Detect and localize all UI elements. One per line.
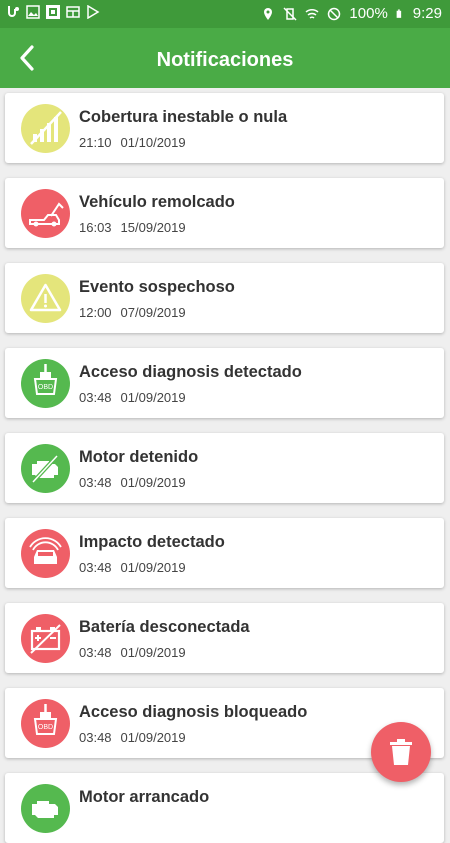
notification-timestamp: 12:00 07/09/2019: [79, 305, 186, 320]
clock: 9:29: [412, 5, 442, 22]
notification-title: Vehículo remolcado: [79, 193, 235, 211]
engine-off-icon: [31, 454, 59, 484]
notification-item[interactable]: Vehículo remolcado 16:03 15/09/2019: [5, 178, 444, 248]
notification-title: Evento sospechoso: [79, 278, 235, 296]
notification-title: Batería desconectada: [79, 618, 250, 636]
notification-date: 01/09/2019: [120, 645, 186, 660]
notification-timestamp: 16:03 15/09/2019: [79, 220, 186, 235]
battery-icon: [396, 9, 401, 18]
engine-on-icon: [32, 801, 58, 818]
notification-avatar: [21, 784, 70, 833]
notification-title: Cobertura inestable o nula: [79, 108, 288, 126]
delete-all-button[interactable]: [371, 722, 431, 782]
svg-text:OBD: OBD: [38, 724, 53, 731]
notification-item[interactable]: Cobertura inestable o nula 21:10 01/10/20…: [5, 93, 444, 163]
obd-plug-icon: OBD: [33, 704, 58, 735]
notification-time: 03:48: [79, 390, 112, 405]
notification-timestamp: 03:48 01/09/2019: [79, 645, 186, 660]
app-bar: Notificaciones: [0, 28, 450, 88]
status-bar-right: 100% 9:29: [261, 5, 442, 22]
vibrate-off-icon: [283, 6, 297, 21]
wifi-icon: [305, 8, 319, 19]
notification-title: Impacto detectado: [79, 533, 225, 551]
notification-title: Acceso diagnosis detectado: [79, 363, 302, 381]
notification-date: 01/09/2019: [120, 390, 186, 405]
notification-time: 12:00: [79, 305, 112, 320]
car-impact-icon: [29, 537, 62, 564]
obd-plug-icon: OBD: [33, 364, 58, 395]
notification-title: Acceso diagnosis bloqueado: [79, 703, 308, 721]
notification-timestamp: 03:48 01/09/2019: [79, 475, 186, 490]
battery-disconnected-icon: [30, 624, 61, 654]
play-store-icon: [87, 5, 100, 19]
notification-avatar: [21, 529, 70, 578]
trash-icon: [390, 739, 412, 765]
svg-text:OBD: OBD: [38, 384, 53, 391]
status-bar-left: [6, 5, 100, 19]
notification-timestamp: 03:48 01/09/2019: [79, 390, 186, 405]
status-bar: 100% 9:29: [0, 0, 450, 28]
blocked-icon: [328, 7, 341, 20]
location-icon: [264, 7, 273, 20]
notification-time: 16:03: [79, 220, 112, 235]
notification-date: 01/09/2019: [120, 560, 186, 575]
warning-icon: [29, 283, 62, 312]
notification-date: 07/09/2019: [120, 305, 186, 320]
app-notification-icon: [8, 6, 19, 17]
notification-avatar: OBD: [21, 699, 70, 748]
notification-timestamp: 03:48 01/09/2019: [79, 560, 186, 575]
notification-timestamp: 21:10 01/10/2019: [79, 135, 186, 150]
notification-item[interactable]: Motor arrancado: [5, 773, 444, 843]
notification-avatar: [21, 444, 70, 493]
notification-timestamp: [79, 815, 88, 830]
notification-timestamp: 03:48 01/09/2019: [79, 730, 186, 745]
image-icon: [26, 5, 40, 19]
tow-truck-icon: [29, 202, 64, 227]
notification-time: 03:48: [79, 645, 112, 660]
notification-title: Motor arrancado: [79, 788, 210, 806]
battery-percent: 100%: [349, 5, 388, 22]
notification-avatar: [21, 614, 70, 663]
notification-item[interactable]: Evento sospechoso 12:00 07/09/2019: [5, 263, 444, 333]
notification-avatar: [21, 104, 70, 153]
notification-item[interactable]: OBD Acceso diagnosis detectado 03:48 01/0…: [5, 348, 444, 418]
notification-date: 01/09/2019: [120, 475, 186, 490]
notification-avatar: OBD: [21, 359, 70, 408]
card-icon: [66, 6, 80, 18]
notification-item[interactable]: Impacto detectado 03:48 01/09/2019: [5, 518, 444, 588]
notification-avatar: [21, 189, 70, 238]
notification-item[interactable]: Motor detenido 03:48 01/09/2019: [5, 433, 444, 503]
notification-avatar: [21, 274, 70, 323]
notification-time: 03:48: [79, 730, 112, 745]
no-signal-icon: [30, 111, 62, 145]
notification-item[interactable]: Batería desconectada 03:48 01/09/2019: [5, 603, 444, 673]
notification-time: 03:48: [79, 560, 112, 575]
app-badge-icon: [46, 5, 60, 19]
page-title: Notificaciones: [156, 49, 294, 71]
notification-date: 01/10/2019: [120, 135, 186, 150]
notification-time: 03:48: [79, 475, 112, 490]
notification-time: 21:10: [79, 135, 112, 150]
notification-date: 01/09/2019: [120, 730, 186, 745]
notification-date: 15/09/2019: [120, 220, 186, 235]
notification-title: Motor detenido: [79, 448, 199, 466]
